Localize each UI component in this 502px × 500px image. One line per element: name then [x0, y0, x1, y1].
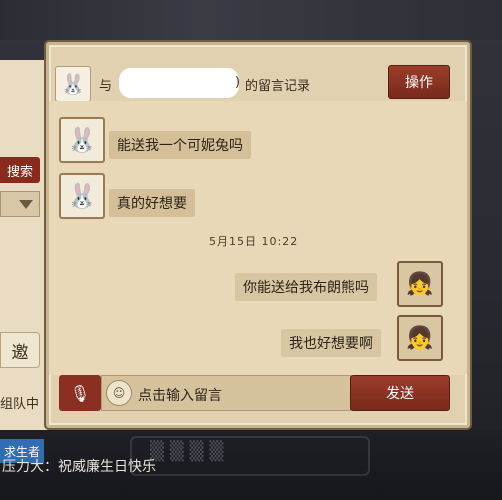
message-dialog: 🐰 与 ) 的留言记录 操作 🐰 能送我一个可妮兔吗 🐰 真的好想要 5月15日…	[46, 42, 470, 428]
triangle-down-icon	[19, 200, 33, 209]
message-input[interactable]: ☺ 点击输入留言	[101, 375, 351, 411]
character-avatar-icon: 👧	[397, 261, 443, 307]
background-top-strip	[0, 0, 502, 40]
input-footer: 🎙 ☺ 点击输入留言 发送	[49, 375, 467, 419]
chat-area[interactable]: 🐰 能送我一个可妮兔吗 🐰 真的好想要 5月15日 10:22 你能送给我布朗熊…	[49, 101, 467, 375]
header-title: 的留言记录	[245, 79, 311, 94]
invite-button[interactable]: 邀	[0, 332, 40, 368]
team-status-text: 组队中	[0, 397, 40, 412]
send-button[interactable]: 发送	[350, 375, 450, 411]
dialog-header: 🐰 与 ) 的留言记录 操作	[49, 63, 467, 102]
bottom-caption: 压力大：祝威廉生日快乐	[2, 459, 156, 475]
background-deco-text: ▒▒▒▒	[150, 441, 230, 462]
redacted-username	[119, 68, 239, 98]
message-bubble-right: 我也好想要啊	[281, 329, 381, 357]
bunny-avatar-icon: 🐰	[55, 66, 91, 102]
left-side-panel: 搜索 邀 组队中 求生者	[0, 60, 50, 463]
header-with-label: 与	[99, 79, 113, 94]
character-avatar-icon: 👧	[397, 315, 443, 361]
microphone-button[interactable]: 🎙	[59, 375, 101, 411]
message-timestamp: 5月15日 10:22	[209, 235, 299, 248]
search-button[interactable]: 搜索	[0, 157, 40, 183]
bunny-avatar-icon: 🐰	[59, 173, 105, 219]
microphone-icon: 🎙	[69, 383, 91, 403]
message-bubble-right: 你能送给我布朗熊吗	[235, 273, 377, 301]
message-bubble-left: 真的好想要	[109, 189, 195, 217]
filter-dropdown[interactable]	[0, 191, 40, 217]
header-paren: )	[235, 75, 241, 90]
action-button[interactable]: 操作	[388, 65, 450, 99]
input-placeholder: 点击输入留言	[138, 388, 222, 404]
emoji-icon[interactable]: ☺	[106, 380, 132, 406]
message-bubble-left: 能送我一个可妮兔吗	[109, 131, 251, 159]
bunny-avatar-icon: 🐰	[59, 117, 105, 163]
